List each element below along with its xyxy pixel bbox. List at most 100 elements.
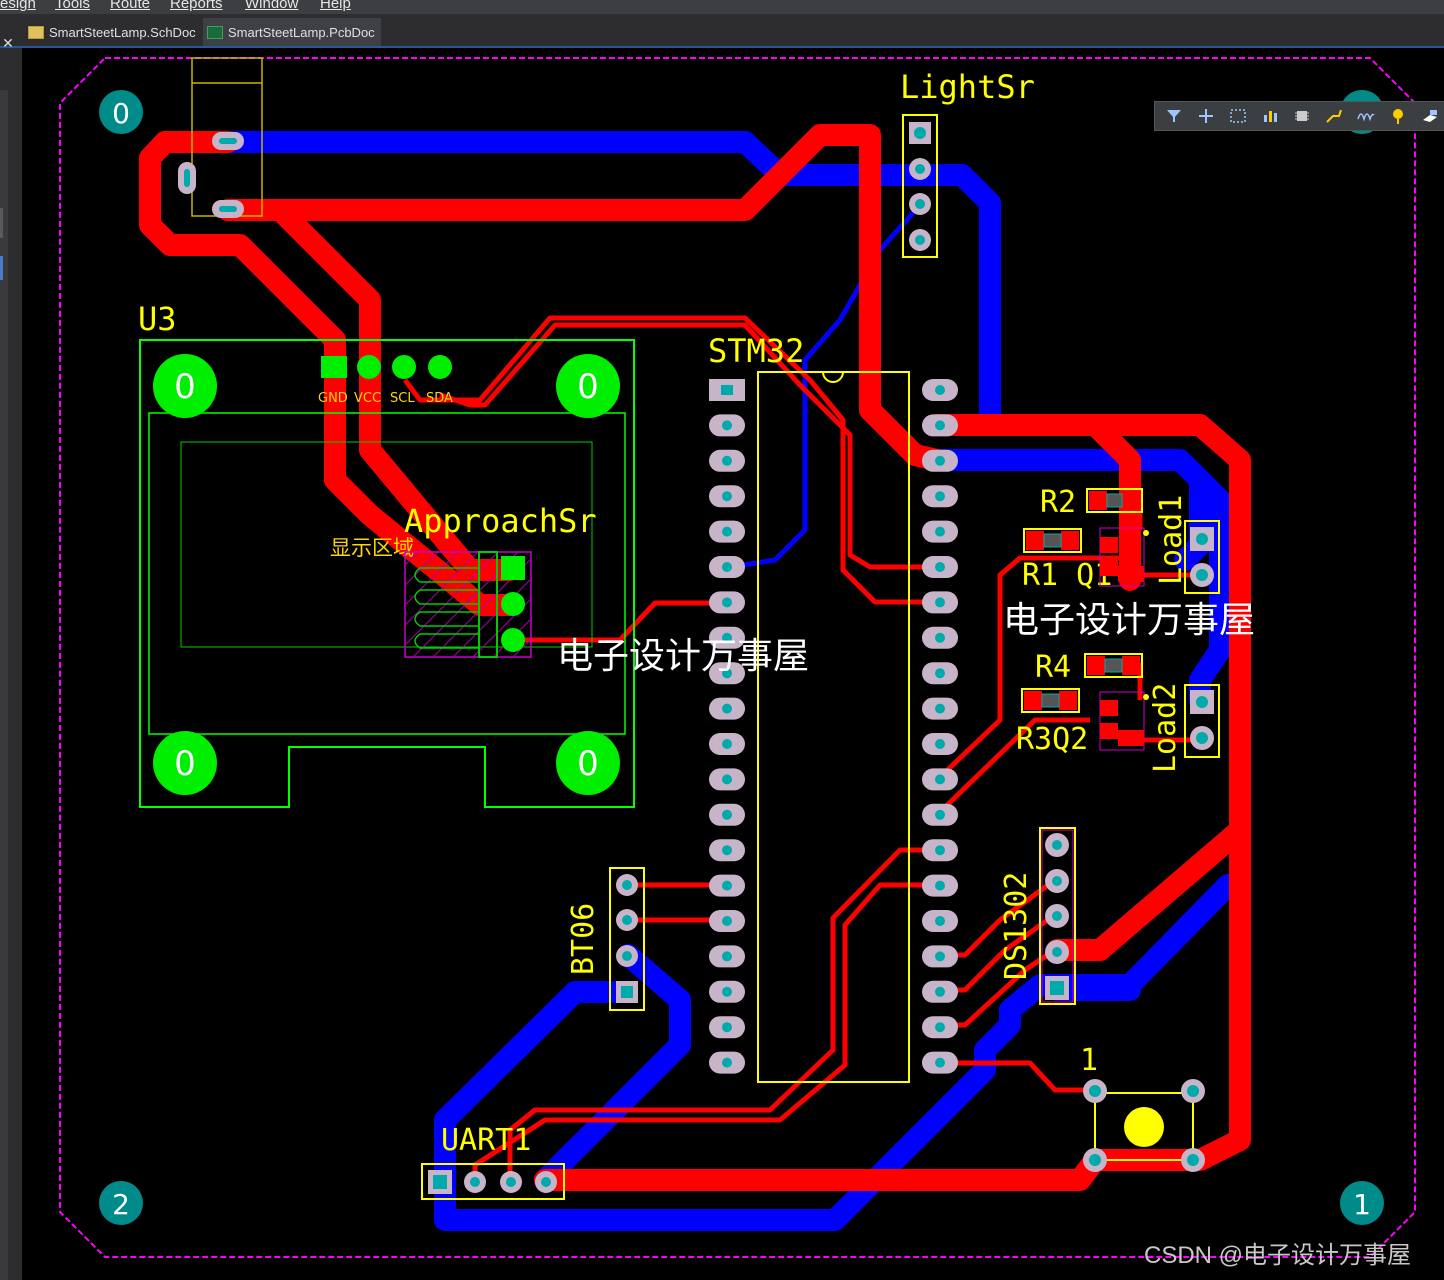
menu-help[interactable]: Help xyxy=(320,0,351,12)
pcb-active-bar xyxy=(1154,101,1444,131)
stm32-pad-hole xyxy=(935,739,945,749)
stm32-pad-hole xyxy=(722,951,732,962)
wave-icon[interactable] xyxy=(1357,107,1375,125)
approachsr-designator: ApproachSr xyxy=(404,502,597,540)
add-icon[interactable] xyxy=(1197,107,1215,125)
oled-pin-vcc: VCC xyxy=(354,391,381,406)
tab-pcbdoc[interactable]: SmartSteetLamp.PcbDoc xyxy=(203,18,381,46)
stm32-pad-hole xyxy=(722,455,732,466)
oled-hole: 0 xyxy=(153,731,217,795)
watermark-right: 电子设计万事屋 xyxy=(1003,600,1255,641)
mounting-hole-label: 1 xyxy=(1353,1188,1371,1221)
route-icon[interactable] xyxy=(1325,107,1343,125)
layer-icon[interactable] xyxy=(1421,107,1439,125)
stm32-pad-hole xyxy=(935,420,945,431)
select-rect-icon[interactable] xyxy=(1229,107,1247,125)
stm32-pad-hole xyxy=(935,703,945,714)
r3-q2-designator: R3Q2 xyxy=(1016,722,1088,757)
stm32-pad-hole xyxy=(722,809,732,820)
stm32-pad-hole xyxy=(722,739,732,749)
bottom-layer-traces-thin xyxy=(724,203,922,571)
button-designator: 1 xyxy=(1080,1043,1098,1078)
menu-design[interactable]: esign xyxy=(0,0,36,12)
stm32-pad-hole xyxy=(721,385,733,395)
menu-reports[interactable]: Reports xyxy=(170,0,223,12)
svg-text:0: 0 xyxy=(174,367,196,407)
lightsr-designator: LightSr xyxy=(900,68,1035,106)
stm32-pad-hole xyxy=(722,845,732,856)
stm32-pad-hole xyxy=(722,880,732,891)
tab-label: SmartSteetLamp.SchDoc xyxy=(49,24,196,40)
stm32-pad-hole xyxy=(722,703,732,714)
stm32-pad-hole xyxy=(722,986,732,997)
stm32-pad-hole xyxy=(722,491,732,502)
stm32-pad-hole xyxy=(722,562,732,572)
stm32-pad-hole xyxy=(935,1057,945,1068)
ds1302-designator: DS1302 xyxy=(999,872,1034,980)
csdn-credit: CSDN @电子设计万事屋 xyxy=(1144,1242,1411,1269)
oled-hole: 0 xyxy=(556,731,620,795)
uart1-designator: UART1 xyxy=(441,1123,531,1158)
filter-icon[interactable] xyxy=(1165,107,1183,125)
left-panel-strip xyxy=(0,48,22,1280)
menu-bar: esign Tools Route Reports Window Help xyxy=(0,0,1444,14)
stm32-pad-hole xyxy=(722,420,732,431)
tab-schdoc[interactable]: SmartSteetLamp.SchDoc xyxy=(24,18,202,46)
stm32-pad-hole xyxy=(935,632,945,643)
stm32-pad-hole xyxy=(935,845,945,856)
mounting-hole-label: 2 xyxy=(112,1188,130,1221)
stm32-designator: STM32 xyxy=(708,332,804,370)
mounting-hole: 2 xyxy=(99,1181,143,1225)
display-area-label: 显示区域 xyxy=(330,536,414,560)
stm32-pad-hole xyxy=(935,809,945,820)
tab-label: SmartSteetLamp.PcbDoc xyxy=(228,24,375,40)
mounting-hole-label: 0 xyxy=(112,97,130,130)
document-tab-bar: ✕ SmartSteetLamp.SchDoc SmartSteetLamp.P… xyxy=(0,14,1444,52)
oled-outline xyxy=(139,339,635,808)
component-icon[interactable] xyxy=(1293,107,1311,125)
stm32-pad-hole xyxy=(722,1022,732,1033)
r1-q1-designator: R1 Q1 xyxy=(1022,558,1112,593)
schematic-file-icon xyxy=(28,25,44,39)
pcb-canvas[interactable]: 0 0 2 1 LightSr U3 0 0 0 0 GND VCC xyxy=(22,48,1444,1280)
svg-text:0: 0 xyxy=(174,744,196,784)
stm32-pad-hole xyxy=(935,880,945,891)
stm32-pad-hole xyxy=(935,774,945,785)
stm32-pad-hole xyxy=(935,951,945,962)
load2-designator: Load2 xyxy=(1148,683,1183,773)
stm32-pad-hole xyxy=(935,491,945,502)
menu-tools[interactable]: Tools xyxy=(55,0,90,12)
stm32-pad-hole xyxy=(935,1022,945,1033)
watermark-center: 电子设计万事屋 xyxy=(557,636,809,677)
stm32-pad-hole xyxy=(722,916,732,926)
stm32-pad-hole xyxy=(722,597,732,608)
stm32-pad-hole xyxy=(935,562,945,572)
stm32-pad-hole xyxy=(935,455,945,466)
stm32-pad-hole xyxy=(935,668,945,679)
oled-hole: 0 xyxy=(153,354,217,418)
pcb-file-icon xyxy=(207,25,223,39)
r2-designator: R2 xyxy=(1040,485,1076,520)
mounting-hole: 0 xyxy=(99,90,143,134)
menu-window[interactable]: Window xyxy=(245,0,298,12)
stm32-pad-hole xyxy=(722,774,732,785)
stm32-pad-hole xyxy=(722,526,732,537)
stm32-pad-hole xyxy=(935,597,945,608)
load1-designator: Load1 xyxy=(1154,495,1189,585)
u3-designator: U3 xyxy=(138,300,177,338)
menu-route[interactable]: Route xyxy=(110,0,150,12)
stm32-pad-hole xyxy=(935,526,945,537)
oled-pin-sda: SDA xyxy=(426,391,453,406)
chart-icon[interactable] xyxy=(1261,107,1279,125)
stm32-pad-hole xyxy=(722,1057,732,1068)
stm32-pad-hole xyxy=(935,916,945,926)
oled-pin-scl: SCL xyxy=(390,391,415,406)
r4-designator: R4 xyxy=(1035,650,1071,685)
stm32-pad-hole xyxy=(935,385,945,395)
oled-hole: 0 xyxy=(556,354,620,418)
pin-icon[interactable] xyxy=(1389,107,1407,125)
svg-text:0: 0 xyxy=(577,367,599,407)
svg-text:0: 0 xyxy=(577,744,599,784)
bt06-designator: BT06 xyxy=(566,903,601,975)
oled-pin-gnd: GND xyxy=(318,391,348,406)
